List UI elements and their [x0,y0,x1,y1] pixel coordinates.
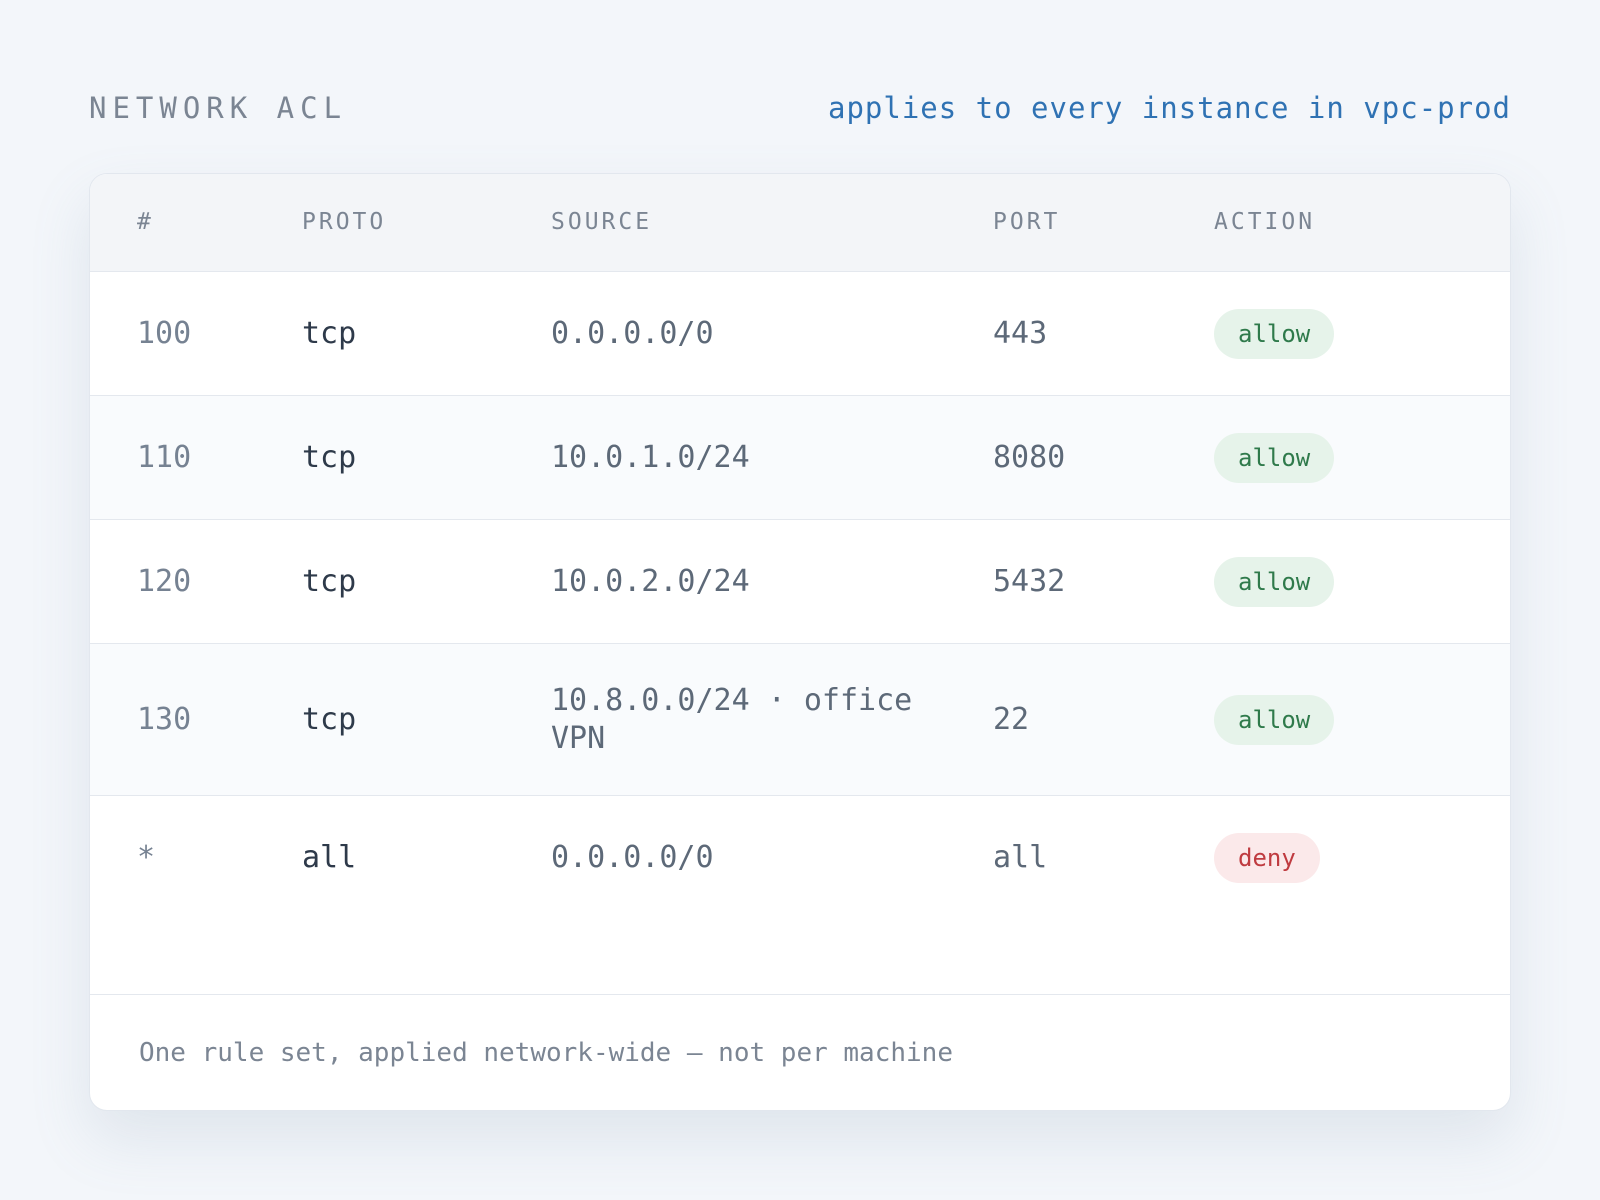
rule-action-cell: deny [1214,796,1320,919]
column-header-number: # [137,209,154,235]
rule-number: 130 [137,702,192,737]
rule-port: 5432 [993,564,1066,599]
rule-protocol: all [302,840,357,875]
rule-port: 8080 [993,440,1066,475]
page-title: NETWORK ACL [89,91,348,125]
rule-protocol: tcp [302,440,357,475]
column-header-source: SOURCE [551,209,653,235]
rule-protocol: tcp [302,564,357,599]
header: NETWORK ACL applies to every instance in… [89,88,1511,128]
page: NETWORK ACL applies to every instance in… [0,0,1600,1200]
action-badge-allow: allow [1214,556,1335,607]
column-header-action: ACTION [1214,209,1316,235]
column-header-port: PORT [993,209,1061,235]
rule-action-cell: allow [1214,520,1335,643]
action-badge-allow: allow [1214,432,1335,483]
rule-source: 10.0.1.0/24 [551,440,750,475]
action-badge-allow: allow [1214,694,1335,745]
rule-source: 10.8.0.0/24 · office VPN [551,644,941,795]
rule-number: * [137,840,156,875]
rule-number: 110 [137,440,192,475]
table-header: # PROTO SOURCE PORT ACTION [90,174,1510,272]
action-badge-allow: allow [1214,308,1335,359]
table-row[interactable]: 130 tcp 10.8.0.0/24 · office VPN 22 allo… [90,644,1510,796]
table-row[interactable]: 120 tcp 10.0.2.0/24 5432 allow [90,520,1510,644]
table-row[interactable]: * all 0.0.0.0/0 all deny [90,796,1510,919]
footer-note: One rule set, applied network-wide — not… [139,1038,953,1068]
rule-action-cell: allow [1214,644,1335,795]
rule-number: 120 [137,564,192,599]
rule-source: 0.0.0.0/0 [551,316,714,351]
rule-port: all [993,840,1048,875]
acl-table-card: # PROTO SOURCE PORT ACTION 100 tcp 0.0.0… [89,173,1511,1111]
rule-protocol: tcp [302,316,357,351]
rule-source: 0.0.0.0/0 [551,840,714,875]
rule-action-cell: allow [1214,396,1335,519]
rule-port: 22 [993,702,1030,737]
rule-source-text: 10.8.0.0/24 · office VPN [551,682,913,756]
rule-action-cell: allow [1214,272,1335,395]
rule-number: 100 [137,316,192,351]
action-badge-deny: deny [1214,832,1320,883]
table-row[interactable]: 100 tcp 0.0.0.0/0 443 allow [90,272,1510,396]
table-footer: One rule set, applied network-wide — not… [90,994,1510,1110]
column-header-proto: PROTO [302,209,387,235]
table-row[interactable]: 110 tcp 10.0.1.0/24 8080 allow [90,396,1510,520]
rule-source: 10.0.2.0/24 [551,564,750,599]
rule-port: 443 [993,316,1048,351]
scope-note: applies to every instance in vpc-prod [827,91,1511,125]
rule-protocol: tcp [302,702,357,737]
